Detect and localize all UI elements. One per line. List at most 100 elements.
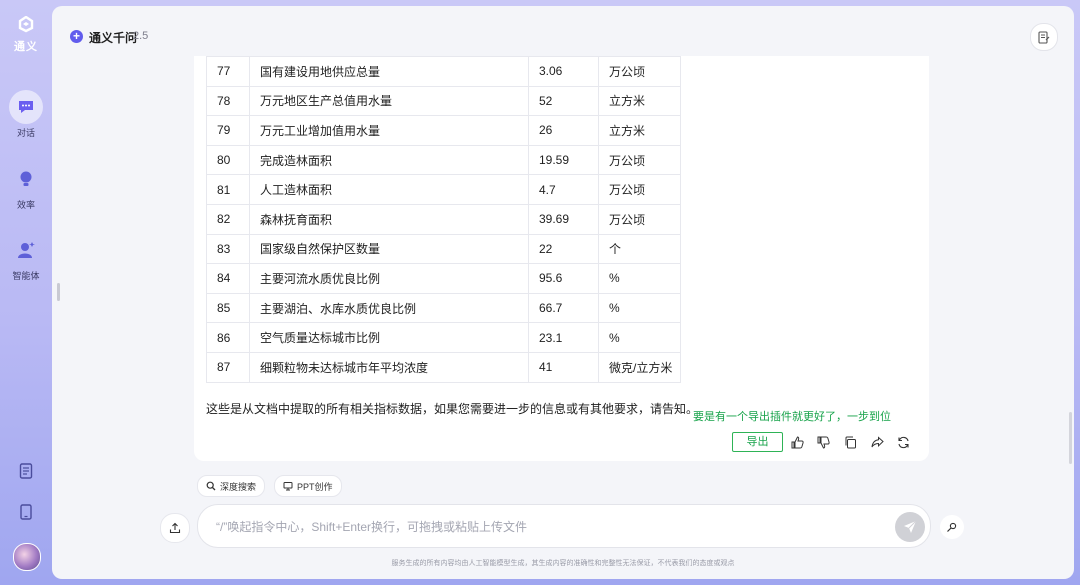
assistant-message: 77 国有建设用地供应总量 3.06 万公顷 78 万元地区生产总值用水量 52 立方米 79 万… — [194, 56, 929, 461]
chat-input[interactable] — [214, 505, 878, 549]
microphone-icon — [947, 522, 957, 532]
table-row: 82 森林抚育面积 39.69 万公顷 — [206, 203, 681, 235]
documents-button[interactable] — [14, 459, 38, 483]
ppt-icon — [283, 482, 293, 491]
thumbs-down-button[interactable] — [815, 434, 831, 450]
annotation-note: 要是有一个导出插件就更好了，一步到位 — [693, 411, 891, 423]
table-row: 79 万元工业增加值用水量 26 立方米 — [206, 115, 681, 146]
unit-cell: 万公顷 — [598, 144, 681, 176]
indicator-name-cell: 主要湖泊、水库水质优良比例 — [249, 292, 529, 324]
brand[interactable]: 通义 — [6, 16, 46, 54]
edit-document-button[interactable] — [1030, 23, 1058, 51]
model-version: 2.5 — [133, 30, 149, 42]
sidebar-item-label: 智能体 — [12, 271, 40, 281]
indicator-name-cell: 国家级自然保护区数量 — [249, 233, 529, 265]
unit-cell: 万公顷 — [598, 174, 681, 205]
indicator-name-cell: 国有建设用地供应总量 — [249, 56, 529, 87]
upload-icon — [169, 522, 181, 534]
indicator-table: 77 国有建设用地供应总量 3.06 万公顷 78 万元地区生产总值用水量 52 立方米 79 万… — [206, 56, 681, 383]
table-row: 84 主要河流水质优良比例 95.6% — [206, 263, 681, 294]
model-name[interactable]: 通义千问 — [89, 29, 137, 46]
left-rail: 通义 对话 效率 智能体 — [0, 0, 52, 585]
sidebar-collapse-handle[interactable] — [57, 283, 60, 301]
tongyi-logo-icon — [18, 16, 34, 33]
sidebar-item-chat[interactable]: 对话 — [4, 90, 48, 139]
table-row: 81 人工造林面积 4.7 万公顷 — [206, 174, 681, 205]
value-cell: 22 — [528, 233, 599, 265]
value-cell: 26 — [528, 115, 599, 146]
voice-input-button[interactable] — [940, 515, 964, 539]
value-cell: 66.7 — [528, 292, 599, 324]
indicator-name-cell: 森林抚育面积 — [249, 203, 529, 235]
indicator-name-cell: 万元地区生产总值用水量 — [249, 85, 529, 117]
table-row: 77 国有建设用地供应总量 3.06 万公顷 — [206, 56, 681, 87]
table-row: 83 国家级自然保护区数量 22 个 — [206, 233, 681, 265]
sidebar-item-label: 对话 — [16, 128, 35, 138]
sidebar-item-efficiency[interactable]: 效率 — [4, 162, 48, 211]
value-cell: 23.1 — [528, 322, 599, 353]
row-index-cell: 81 — [206, 174, 250, 205]
send-icon — [904, 520, 917, 533]
row-index-cell: 84 — [206, 263, 250, 294]
row-index-cell: 85 — [206, 292, 250, 324]
top-bar: + 通义千问 2.5 — [52, 6, 1074, 56]
sidebar-item-agent[interactable]: 智能体 — [4, 233, 48, 282]
deep-search-chip[interactable]: 深度搜索 — [197, 475, 266, 497]
value-cell: 41 — [528, 351, 599, 383]
share-icon — [871, 435, 884, 447]
copy-icon — [845, 436, 856, 448]
ppt-create-chip[interactable]: PPT创作 — [274, 475, 342, 497]
unit-cell: 立方米 — [598, 115, 681, 146]
refresh-icon — [897, 436, 909, 448]
indicator-name-cell: 细颗粒物未达标城市年平均浓度 — [249, 351, 529, 383]
brand-name: 通义 — [14, 41, 38, 53]
tablet-icon — [20, 504, 32, 520]
unit-cell: 立方米 — [598, 85, 681, 117]
chip-label: 深度搜索 — [220, 481, 257, 492]
unit-cell: 个 — [598, 233, 681, 265]
row-index-cell: 83 — [206, 233, 250, 265]
row-index-cell: 77 — [206, 56, 250, 87]
edit-document-icon — [1038, 30, 1050, 44]
row-index-cell: 80 — [206, 144, 250, 176]
table-row: 86 空气质量达标城市比例 23.1% — [206, 322, 681, 353]
export-button[interactable]: 导出 — [732, 432, 783, 452]
share-button[interactable] — [869, 434, 885, 450]
unit-cell: % — [598, 263, 681, 294]
avatar[interactable] — [13, 543, 41, 571]
scrollbar[interactable] — [1069, 412, 1072, 464]
upload-button[interactable] — [160, 513, 190, 543]
send-button[interactable] — [895, 512, 925, 542]
chip-label: PPT创作 — [297, 481, 333, 492]
chat-input-box — [197, 504, 931, 549]
message-summary: 这些是从文档中提取的所有相关指标数据，如果您需要进一步的信息或有其他要求，请告知… — [206, 402, 699, 416]
sidebar-item-label: 效率 — [16, 200, 35, 210]
unit-cell: % — [598, 322, 681, 353]
agent-icon — [9, 233, 43, 267]
thumbs-down-icon — [817, 436, 830, 449]
thumbs-up-button[interactable] — [789, 434, 805, 450]
chat-icon — [9, 90, 43, 124]
lightbulb-icon — [9, 162, 43, 196]
indicator-name-cell: 空气质量达标城市比例 — [249, 322, 529, 353]
regenerate-button[interactable] — [895, 434, 911, 450]
indicator-name-cell: 主要河流水质优良比例 — [249, 263, 529, 294]
add-icon[interactable]: + — [70, 30, 83, 43]
row-index-cell: 87 — [206, 351, 250, 383]
row-index-cell: 79 — [206, 115, 250, 146]
indicator-name-cell: 完成造林面积 — [249, 144, 529, 176]
document-icon — [19, 463, 33, 479]
indicator-name-cell: 万元工业增加值用水量 — [249, 115, 529, 146]
search-icon — [206, 481, 216, 491]
table-row: 87 细颗粒物未达标城市年平均浓度 41 微克/立方米 — [206, 351, 681, 383]
value-cell: 95.6 — [528, 263, 599, 294]
mobile-app-button[interactable] — [14, 500, 38, 524]
unit-cell: 万公顷 — [598, 203, 681, 235]
disclaimer-footer: 服务生成的所有内容均由人工智能模型生成，其生成内容的准确性和完整性无法保证，不代… — [391, 560, 735, 567]
copy-button[interactable] — [842, 434, 858, 450]
value-cell: 52 — [528, 85, 599, 117]
table-row: 80 完成造林面积 19.59 万公顷 — [206, 144, 681, 176]
unit-cell: 万公顷 — [598, 56, 681, 87]
thumbs-up-icon — [791, 435, 804, 448]
value-cell: 19.59 — [528, 144, 599, 176]
